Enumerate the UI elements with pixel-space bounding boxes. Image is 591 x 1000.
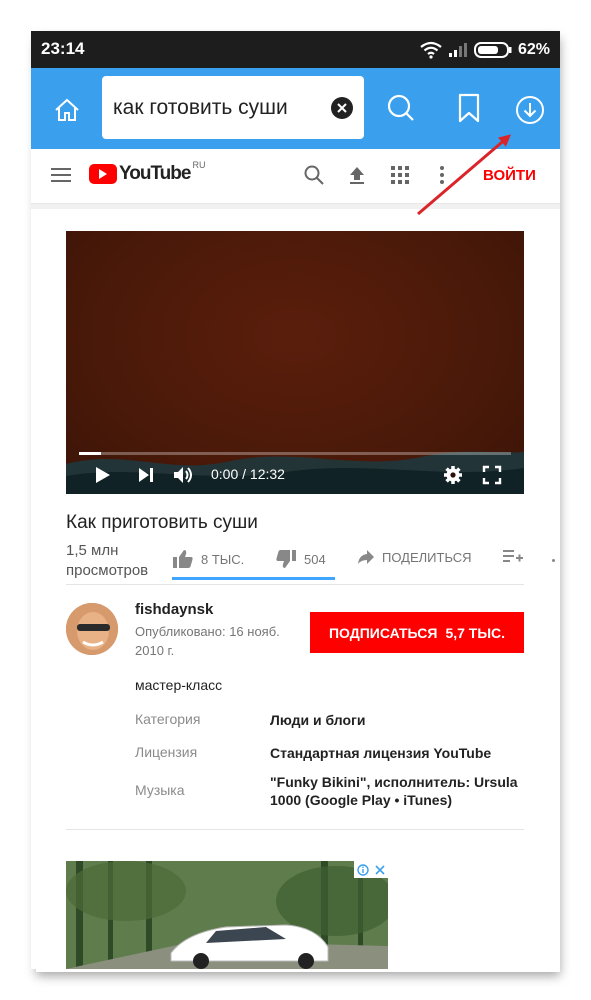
apps-grid-icon — [391, 166, 409, 184]
play-button[interactable] — [94, 465, 112, 490]
like-button[interactable]: 8 ТЫС. — [172, 549, 244, 569]
gear-icon — [444, 466, 462, 484]
yt-search-button[interactable] — [303, 164, 325, 191]
overflow-dot — [552, 559, 555, 562]
more-vert-icon — [440, 166, 444, 184]
upload-icon — [350, 167, 364, 184]
next-button[interactable] — [138, 467, 154, 488]
like-ratio-bar — [172, 577, 335, 580]
subscribe-label: ПОДПИСАТЬСЯ — [328, 624, 438, 641]
skip-next-icon — [139, 468, 153, 482]
phone-screen: 23:14 62% как готовить суши YouTube RU В… — [31, 31, 560, 969]
ad-image — [66, 861, 388, 969]
video-time: 0:00 / 12:32 — [211, 466, 285, 482]
video-progress-bar[interactable] — [79, 452, 511, 455]
info-icon — [357, 863, 369, 876]
video-title: Как приготовить суши — [66, 512, 258, 533]
download-icon — [516, 96, 544, 124]
video-description: мастер-класс — [135, 677, 223, 693]
more-button[interactable] — [439, 165, 445, 190]
meta-label-license: Лицензия — [135, 744, 198, 760]
youtube-content: 0:00 / 12:32 Как приготовить суши 1,5 мл… — [31, 209, 560, 969]
meta-value-category[interactable]: Люди и блоги — [270, 711, 365, 729]
clear-search-button[interactable] — [331, 97, 353, 119]
divider — [66, 829, 524, 830]
search-icon — [304, 165, 324, 185]
hamburger-icon — [51, 168, 71, 182]
bookmark-button[interactable] — [449, 88, 489, 128]
signal-icon — [448, 43, 467, 57]
search-button[interactable] — [381, 88, 421, 128]
close-icon — [375, 864, 385, 875]
video-progress-fill — [79, 452, 101, 455]
subscribe-button[interactable]: ПОДПИСАТЬСЯ 5,7 ТЫС. — [310, 612, 524, 653]
download-button[interactable] — [508, 88, 552, 132]
search-icon — [387, 94, 414, 121]
youtube-wordmark: YouTube — [119, 163, 191, 184]
share-button[interactable]: ПОДЕЛИТЬСЯ — [357, 549, 471, 565]
meta-value-music[interactable]: "Funky Bikini", исполнитель: Ursula 1000… — [270, 773, 520, 809]
home-icon — [55, 98, 79, 121]
published-date: Опубликовано: 16 нояб. 2010 г. — [135, 624, 280, 658]
ad-choices-badge[interactable] — [354, 861, 388, 878]
wifi-icon — [420, 41, 442, 59]
status-bar: 23:14 62% — [31, 31, 560, 68]
status-icons: 62% — [420, 40, 550, 60]
status-time: 23:14 — [41, 39, 85, 58]
meta-label-category: Категория — [135, 711, 201, 727]
login-button[interactable]: ВОЙТИ — [483, 167, 536, 184]
volume-icon — [174, 467, 192, 483]
play-icon — [96, 467, 110, 483]
settings-button[interactable] — [443, 465, 463, 490]
video-controls: 0:00 / 12:32 — [66, 459, 524, 494]
battery-percent: 62% — [517, 41, 550, 58]
search-input[interactable]: как готовить суши — [113, 96, 288, 120]
meta-value-license: Стандартная лицензия YouTube — [270, 745, 492, 761]
thumbs-up-icon — [173, 550, 193, 568]
youtube-logo[interactable]: YouTube RU — [89, 160, 206, 185]
like-count: 8 ТЫС. — [201, 551, 245, 567]
channel-name[interactable]: fishdaynsk — [135, 601, 213, 618]
bookmark-icon — [458, 93, 480, 123]
dislike-button[interactable]: 504 — [275, 549, 326, 569]
menu-button[interactable] — [51, 166, 73, 184]
meta-label-music: Музыка — [135, 782, 185, 798]
add-to-playlist-button[interactable] — [503, 549, 523, 563]
fullscreen-button[interactable] — [482, 465, 502, 490]
home-button[interactable] — [45, 88, 89, 132]
battery-icon — [473, 42, 512, 58]
youtube-region: RU — [192, 160, 206, 170]
avatar[interactable] — [66, 603, 118, 655]
video-player[interactable]: 0:00 / 12:32 — [66, 231, 524, 494]
fullscreen-icon — [482, 465, 502, 485]
share-label: ПОДЕЛИТЬСЯ — [382, 549, 472, 565]
volume-button[interactable] — [173, 465, 195, 490]
upload-button[interactable] — [347, 164, 367, 191]
dislike-count: 504 — [304, 551, 326, 567]
thumbs-down-icon — [276, 550, 296, 568]
view-count: 1,5 млн просмотров — [66, 542, 149, 579]
ad-banner[interactable] — [66, 861, 388, 969]
webpage: YouTube RU ВОЙТИ 0:00 / 12:32 Как пригот… — [31, 149, 560, 969]
subscriber-count: 5,7 ТЫС. — [445, 624, 506, 641]
avatar-photo — [66, 603, 118, 655]
youtube-header: YouTube RU ВОЙТИ — [31, 149, 560, 204]
address-bar[interactable]: как готовить суши — [102, 76, 364, 139]
share-icon — [358, 550, 374, 564]
divider — [66, 584, 524, 585]
youtube-play-icon — [89, 164, 117, 184]
playlist-add-icon — [503, 550, 523, 562]
apps-button[interactable] — [390, 165, 410, 190]
close-icon — [337, 103, 347, 113]
